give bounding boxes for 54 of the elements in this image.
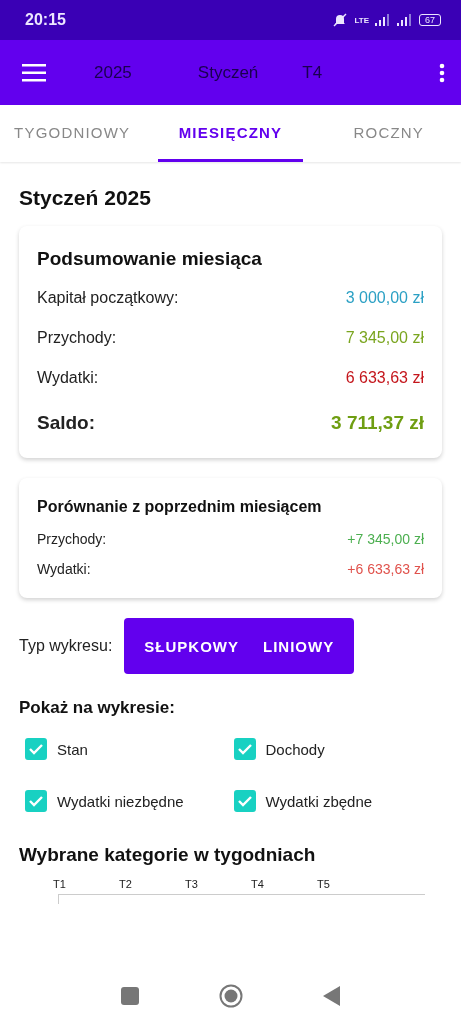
section-title: Pokaż na wykresie: xyxy=(19,698,176,718)
section-title: Wybrane kategorie w tygodniach xyxy=(19,844,317,866)
battery-level: 67 xyxy=(419,14,441,26)
network-label: LTE xyxy=(354,15,369,25)
period-tab[interactable]: ROCZNY xyxy=(316,105,461,162)
week-axis-label: T3 xyxy=(185,878,199,890)
chart-type-button[interactable]: LINIOWY xyxy=(251,637,347,655)
home-button[interactable] xyxy=(219,984,243,1008)
page-title: Styczeń 2025 xyxy=(19,186,152,210)
checkbox-label: Dochody xyxy=(265,740,325,758)
chart-type-button[interactable]: SŁUPKOWY xyxy=(132,637,252,655)
check-icon xyxy=(28,793,44,809)
comparison-value: +7 345,00 zł xyxy=(347,531,424,547)
comparison-value: +6 633,63 zł xyxy=(347,561,424,577)
week-axis-label: T4 xyxy=(251,878,265,890)
summary-value: 6 633,63 zł xyxy=(345,369,424,387)
summary-label: Saldo: xyxy=(37,412,96,434)
summary-value: 3 000,00 zł xyxy=(345,289,424,307)
more-options-button[interactable] xyxy=(439,62,445,83)
status-time: 20:15 xyxy=(25,11,66,29)
comparison-label: Przychody: xyxy=(37,531,107,547)
signal-icon xyxy=(397,14,413,26)
mute-icon xyxy=(332,13,349,27)
menu-button[interactable] xyxy=(22,63,46,82)
week-axis-label: T5 xyxy=(317,878,331,890)
check-icon xyxy=(236,793,253,809)
period-tab[interactable]: MIESIĘCZNY xyxy=(158,105,303,162)
check-icon xyxy=(28,741,44,757)
checkbox[interactable] xyxy=(233,790,256,812)
summary-label: Przychody: xyxy=(37,329,117,347)
card-title: Podsumowanie miesiąca xyxy=(37,248,263,270)
back-button[interactable] xyxy=(323,986,340,1006)
checkbox-label: Stan xyxy=(57,740,88,758)
recents-button[interactable] xyxy=(121,987,139,1005)
summary-value: 7 345,00 zł xyxy=(345,329,424,347)
checkbox[interactable] xyxy=(25,790,47,812)
checkbox-label: Wydatki zbędne xyxy=(265,792,373,810)
chart-type-label: Typ wykresu: xyxy=(19,637,113,655)
month-selector[interactable]: Styczeń xyxy=(197,62,259,83)
card-title: Porównanie z poprzednim miesiącem xyxy=(37,498,323,516)
week-axis-label: T2 xyxy=(119,878,133,890)
checkbox[interactable] xyxy=(25,738,47,760)
checkbox-label: Wydatki niezbędne xyxy=(57,792,184,810)
week-selector[interactable]: T4 xyxy=(302,62,323,83)
signal-icon xyxy=(375,14,391,26)
period-tab[interactable]: TYGODNIOWY xyxy=(0,105,145,162)
check-icon xyxy=(236,741,253,757)
summary-label: Wydatki: xyxy=(37,369,99,387)
comparison-label: Wydatki: xyxy=(37,561,91,577)
year-selector[interactable]: 2025 xyxy=(94,62,132,83)
summary-label: Kapitał początkowy: xyxy=(37,289,179,307)
summary-value: 3 711,37 zł xyxy=(331,412,424,434)
week-axis-label: T1 xyxy=(53,878,67,890)
checkbox[interactable] xyxy=(233,738,256,760)
